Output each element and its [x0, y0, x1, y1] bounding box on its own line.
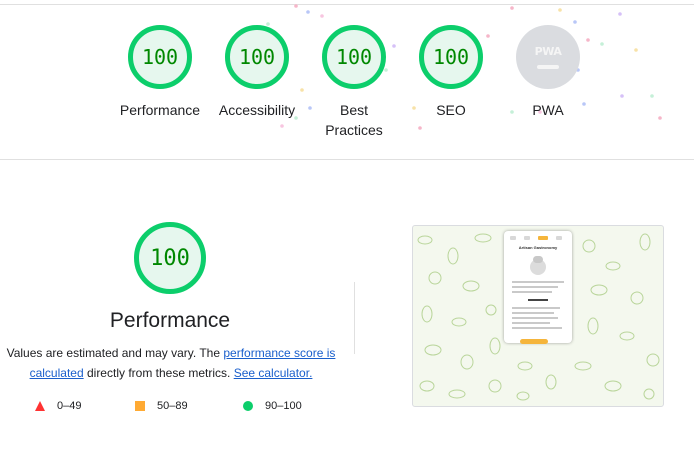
text-line	[512, 281, 564, 283]
score-gauge: 100	[419, 25, 483, 89]
nav-icon	[538, 236, 548, 240]
pwa-dash-icon	[537, 65, 559, 69]
text-line	[512, 307, 560, 309]
nav-icon	[510, 236, 516, 240]
legend-range: 0–49	[57, 400, 82, 412]
score-gauge: 100	[225, 25, 289, 89]
gauge-label: Performance	[119, 102, 201, 118]
legend-item-average: 50–89	[135, 400, 188, 412]
score-gauge: 100	[322, 25, 386, 89]
description-text: Values are estimated and may vary. The	[6, 346, 224, 360]
gauge-label: SEO	[436, 102, 466, 118]
text-line	[512, 317, 558, 319]
final-screenshot-thumbnail[interactable]: Artisan Gastronomy	[412, 225, 664, 407]
performance-title: Performance	[109, 309, 231, 332]
legend-item-fail: 0–49	[35, 400, 81, 412]
pwa-badge-text: PWA	[534, 45, 562, 58]
text-line	[512, 291, 552, 293]
text-line	[512, 322, 550, 324]
average-square-icon	[135, 401, 145, 411]
summary-gauge-pwa[interactable]: PWA PWA	[488, 25, 608, 120]
vertical-divider	[354, 282, 355, 354]
page-preview: Artisan Gastronomy	[504, 231, 572, 343]
text-line	[512, 286, 558, 288]
section-divider	[0, 159, 694, 160]
performance-description: Values are estimated and may vary. The p…	[6, 343, 336, 383]
performance-score-gauge: 100	[134, 222, 206, 294]
text-line	[512, 327, 562, 329]
gauge-label: PWA	[532, 102, 564, 118]
score-gauge: 100	[128, 25, 192, 89]
legend-range: 90–100	[265, 400, 302, 412]
gauge-label: Best Practices	[325, 102, 383, 138]
pass-circle-icon	[243, 401, 253, 411]
pwa-badge-icon: PWA	[516, 25, 580, 89]
chef-icon	[530, 256, 546, 275]
nav-icon	[524, 236, 530, 240]
legend-item-pass: 90–100	[243, 400, 302, 412]
see-calculator-link[interactable]: See calculator.	[234, 366, 313, 380]
preview-title: Artisan Gastronomy	[518, 245, 558, 250]
gauge-label: Accessibility	[218, 102, 296, 118]
nav-icon	[556, 236, 562, 240]
fail-triangle-icon	[35, 401, 45, 411]
top-divider	[0, 4, 694, 5]
description-text: directly from these metrics.	[83, 366, 234, 380]
legend-range: 50–89	[157, 400, 188, 412]
text-line	[512, 312, 554, 314]
preview-button	[520, 339, 548, 344]
social-icons	[528, 299, 548, 301]
